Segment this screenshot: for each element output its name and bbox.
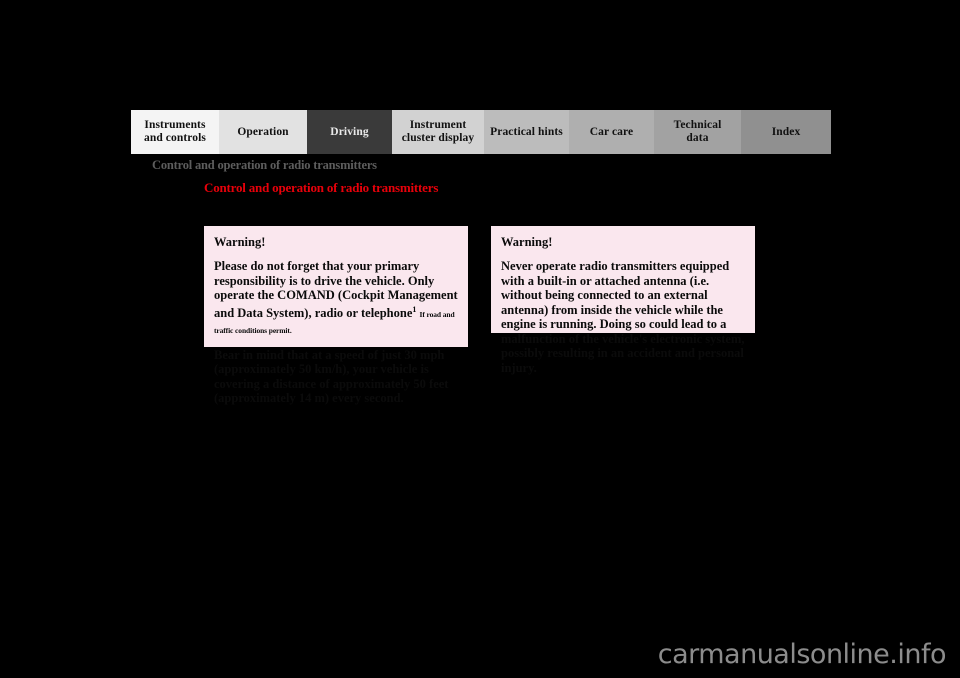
warning-paragraph: Never operate radio transmitters equippe… [501,259,745,375]
nav-tab-technical-data[interactable]: Technical data [654,110,741,154]
warning-paragraph-speed: Bear in mind that at a speed of just 30 … [214,347,449,406]
nav-tab-driving[interactable]: Driving [307,110,392,154]
nav-tab-operation[interactable]: Operation [219,110,307,154]
page-subheading-gray: Control and operation of radio transmitt… [152,158,377,172]
nav-tab-instruments-and-controls[interactable]: Instruments and controls [131,110,219,154]
section-navigation-tabs: Instruments and controls Operation Driving… [131,110,831,154]
nav-tab-car-care[interactable]: Car care [569,110,654,154]
footnote-marker: 1 [412,304,417,314]
page-title-red: Control and operation of radio transmitt… [204,180,439,195]
nav-tab-index[interactable]: Index [741,110,831,154]
warning-title: Warning! [214,235,266,249]
warning-box-driving-responsibility: Warning! Please do not forget that your … [202,224,470,405]
warning-title: Warning! [501,235,553,249]
warning-box-radio-transmitters: Warning! Never operate radio transmitter… [489,224,757,375]
nav-tab-practical-hints[interactable]: Practical hints [484,110,569,154]
nav-tab-instrument-cluster-display[interactable]: Instrument cluster display [392,110,484,154]
warning-paragraph: Please do not forget that your primary r… [214,259,458,339]
site-watermark: carmanualsonline.info [657,639,947,670]
